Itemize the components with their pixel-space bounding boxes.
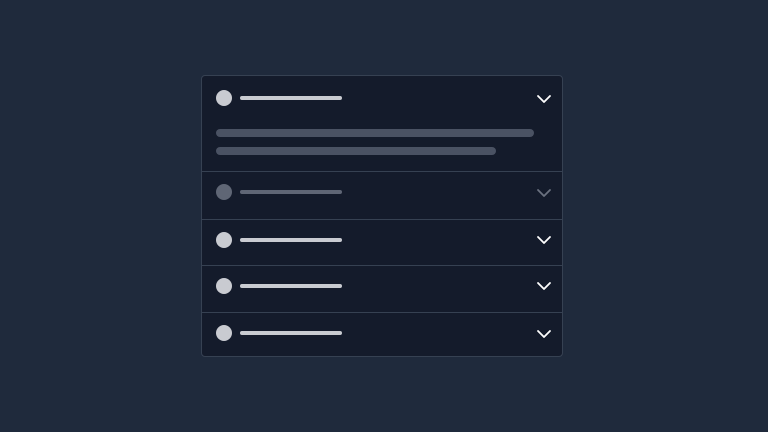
accordion-item-1	[202, 76, 562, 171]
accordion-header-3[interactable]	[202, 219, 562, 265]
chevron-down-icon[interactable]	[536, 329, 552, 339]
accordion-item-4	[202, 265, 562, 312]
placeholder-title-bar	[240, 96, 342, 100]
placeholder-title-bar	[240, 284, 342, 288]
chevron-down-icon[interactable]	[536, 94, 552, 104]
placeholder-title-bar	[240, 190, 342, 194]
accordion-item-3	[202, 219, 562, 265]
accordion-item-5	[202, 312, 562, 357]
accordion-header-5[interactable]	[202, 312, 562, 358]
placeholder-avatar	[216, 90, 232, 106]
placeholder-body-bar	[216, 129, 534, 137]
placeholder-title-bar	[240, 238, 342, 242]
accordion-item-2	[202, 171, 562, 219]
accordion	[201, 75, 563, 357]
placeholder-avatar	[216, 278, 232, 294]
accordion-header-1[interactable]	[202, 76, 562, 122]
placeholder-title-bar	[240, 331, 342, 335]
chevron-down-icon[interactable]	[536, 235, 552, 245]
chevron-down-icon[interactable]	[536, 281, 552, 291]
accordion-header-4[interactable]	[202, 265, 562, 311]
placeholder-avatar	[216, 184, 232, 200]
chevron-down-icon	[536, 188, 552, 198]
accordion-header-2-disabled	[202, 171, 562, 219]
placeholder-avatar	[216, 325, 232, 341]
placeholder-avatar	[216, 232, 232, 248]
placeholder-body-bar	[216, 147, 496, 155]
